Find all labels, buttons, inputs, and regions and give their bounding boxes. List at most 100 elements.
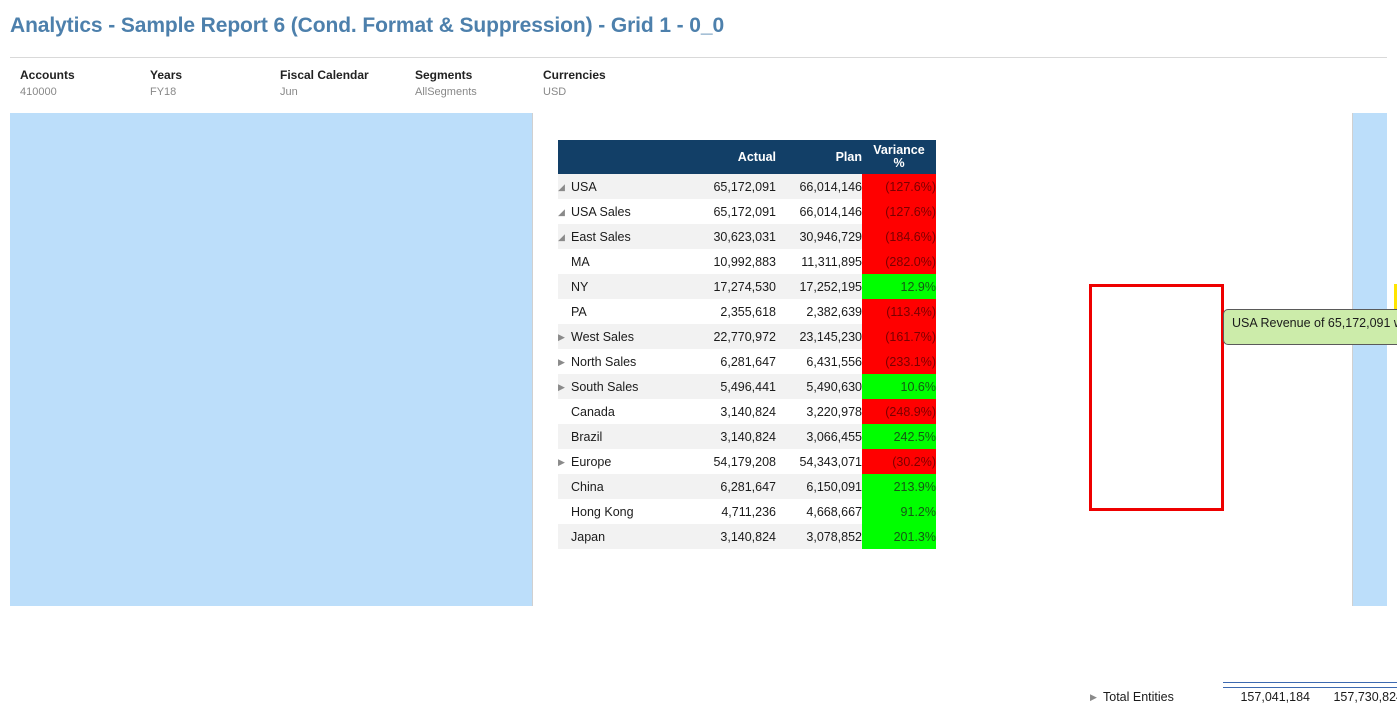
- chevron-right-icon[interactable]: ▶: [1090, 692, 1099, 703]
- cell-plan[interactable]: 66,014,146: [776, 199, 862, 224]
- pov-item-segments[interactable]: Segments AllSegments: [415, 68, 477, 98]
- grid-row[interactable]: MA 10,992,883 11,311,895 (282.0%): [558, 249, 936, 274]
- cell-variance[interactable]: (30.2%): [862, 449, 936, 474]
- cell-actual[interactable]: 17,274,530: [690, 274, 776, 299]
- pov-item-accounts[interactable]: Accounts 410000: [20, 68, 75, 98]
- cell-actual[interactable]: 22,770,972: [690, 324, 776, 349]
- cell-variance[interactable]: (282.0%): [862, 249, 936, 274]
- pov-item-years[interactable]: Years FY18: [150, 68, 182, 98]
- cell-variance[interactable]: (127.6%): [862, 174, 936, 199]
- cell-actual[interactable]: 5,496,441: [690, 374, 776, 399]
- cell-actual[interactable]: 54,179,208: [690, 449, 776, 474]
- cell-actual[interactable]: 65,172,091: [690, 174, 776, 199]
- grid-row[interactable]: NY 17,274,530 17,252,195 12.9%: [558, 274, 936, 299]
- cell-variance[interactable]: (161.7%): [862, 324, 936, 349]
- cell-variance[interactable]: 12.9%: [862, 274, 936, 299]
- row-label-cell[interactable]: ◢ USA: [558, 174, 690, 199]
- grid-row[interactable]: Canada 3,140,824 3,220,978 (248.9%): [558, 399, 936, 424]
- row-label-cell[interactable]: ◢ East Sales: [558, 224, 690, 249]
- grid-row[interactable]: ▶ West Sales 22,770,972 23,145,230 (161.7%): [558, 324, 936, 349]
- cell-plan[interactable]: 54,343,071: [776, 449, 862, 474]
- cell-variance[interactable]: 10.6%: [862, 374, 936, 399]
- row-label: Brazil: [571, 429, 603, 444]
- row-label-cell[interactable]: ▶ Europe: [558, 449, 690, 474]
- cell-plan[interactable]: 2,382,639: [776, 299, 862, 324]
- grid-row[interactable]: ▶ North Sales 6,281,647 6,431,556 (233.1%): [558, 349, 936, 374]
- row-label-cell[interactable]: ▶ West Sales: [558, 324, 690, 349]
- grid-row[interactable]: ◢ East Sales 30,623,031 30,946,729 (184.6%): [558, 224, 936, 249]
- column-header-variance[interactable]: Variance %: [862, 140, 936, 174]
- grid-row[interactable]: ▶ Europe 54,179,208 54,343,071 (30.2%): [558, 449, 936, 474]
- grid-row[interactable]: Brazil 3,140,824 3,066,455 242.5%: [558, 424, 936, 449]
- row-label-cell[interactable]: Hong Kong: [558, 499, 690, 524]
- row-label-cell[interactable]: MA: [558, 249, 690, 274]
- cell-plan[interactable]: 23,145,230: [776, 324, 862, 349]
- cell-actual[interactable]: 6,281,647: [690, 349, 776, 374]
- cell-variance[interactable]: (184.6%): [862, 224, 936, 249]
- pov-item-fiscal-calendar[interactable]: Fiscal Calendar Jun: [280, 68, 369, 98]
- cell-variance[interactable]: 91.2%: [862, 499, 936, 524]
- cell-plan[interactable]: 3,078,852: [776, 524, 862, 549]
- row-label-cell[interactable]: Japan: [558, 524, 690, 549]
- cell-plan[interactable]: 3,066,455: [776, 424, 862, 449]
- column-header-plan[interactable]: Plan: [776, 140, 862, 174]
- expanded-triangle-icon[interactable]: ◢: [558, 232, 567, 243]
- total-entities-row[interactable]: ▶ Total Entities 157,041,184 157,730,824 …: [1090, 690, 1397, 710]
- cell-variance[interactable]: 242.5%: [862, 424, 936, 449]
- row-label-cell[interactable]: NY: [558, 274, 690, 299]
- grid-row[interactable]: Hong Kong 4,711,236 4,668,667 91.2%: [558, 499, 936, 524]
- column-header-actual[interactable]: Actual: [690, 140, 776, 174]
- cell-variance[interactable]: (113.4%): [862, 299, 936, 324]
- total-entities-label-cell[interactable]: ▶ Total Entities: [1090, 690, 1174, 704]
- pov-member-value: Jun: [280, 86, 298, 98]
- cell-plan[interactable]: 3,220,978: [776, 399, 862, 424]
- cell-plan[interactable]: 6,150,091: [776, 474, 862, 499]
- cell-actual[interactable]: 3,140,824: [690, 424, 776, 449]
- chevron-right-icon[interactable]: ▶: [558, 332, 567, 343]
- cell-plan[interactable]: 6,431,556: [776, 349, 862, 374]
- cell-variance[interactable]: (127.6%): [862, 199, 936, 224]
- cell-variance[interactable]: (248.9%): [862, 399, 936, 424]
- grid-row[interactable]: ◢ USA 65,172,091 66,014,146 (127.6%): [558, 174, 936, 199]
- cell-actual[interactable]: 10,992,883: [690, 249, 776, 274]
- cell-plan[interactable]: 17,252,195: [776, 274, 862, 299]
- expanded-triangle-icon[interactable]: ◢: [558, 207, 567, 218]
- row-label-cell[interactable]: ◢ USA Sales: [558, 199, 690, 224]
- cell-plan[interactable]: 30,946,729: [776, 224, 862, 249]
- cell-variance[interactable]: 213.9%: [862, 474, 936, 499]
- cell-plan[interactable]: 11,311,895: [776, 249, 862, 274]
- pov-member-value: FY18: [150, 86, 177, 98]
- grid-row[interactable]: ◢ USA Sales 65,172,091 66,014,146 (127.6%): [558, 199, 936, 224]
- content-area: Actual Plan Variance % ◢ USA 65,172,091 66,…: [0, 106, 1397, 704]
- grid-row[interactable]: ▶ South Sales 5,496,441 5,490,630 10.6%: [558, 374, 936, 399]
- cell-plan[interactable]: 66,014,146: [776, 174, 862, 199]
- chevron-right-icon[interactable]: ▶: [558, 382, 567, 393]
- chevron-right-icon[interactable]: ▶: [558, 457, 567, 468]
- cell-actual[interactable]: 3,140,824: [690, 399, 776, 424]
- cell-actual[interactable]: 2,355,618: [690, 299, 776, 324]
- row-label-cell[interactable]: Canada: [558, 399, 690, 424]
- cell-plan[interactable]: 5,490,630: [776, 374, 862, 399]
- cell-actual[interactable]: 3,140,824: [690, 524, 776, 549]
- cell-actual[interactable]: 4,711,236: [690, 499, 776, 524]
- expanded-triangle-icon[interactable]: ◢: [558, 182, 567, 193]
- leaf-spacer-icon: [558, 407, 567, 417]
- grid-row[interactable]: China 6,281,647 6,150,091 213.9%: [558, 474, 936, 499]
- grid-row[interactable]: Japan 3,140,824 3,078,852 201.3%: [558, 524, 936, 549]
- row-label-cell[interactable]: ▶ South Sales: [558, 374, 690, 399]
- grid-body: ◢ USA 65,172,091 66,014,146 (127.6%) ◢ USA Sal…: [558, 174, 936, 549]
- cell-actual[interactable]: 65,172,091: [690, 199, 776, 224]
- row-label-cell[interactable]: ▶ North Sales: [558, 349, 690, 374]
- row-label-cell[interactable]: Brazil: [558, 424, 690, 449]
- cell-actual[interactable]: 30,623,031: [690, 224, 776, 249]
- cell-actual[interactable]: 6,281,647: [690, 474, 776, 499]
- row-label-cell[interactable]: China: [558, 474, 690, 499]
- cell-variance[interactable]: 201.3%: [862, 524, 936, 549]
- row-label-cell[interactable]: PA: [558, 299, 690, 324]
- cell-plan[interactable]: 4,668,667: [776, 499, 862, 524]
- pov-item-currencies[interactable]: Currencies USD: [543, 68, 606, 98]
- grid-row[interactable]: PA 2,355,618 2,382,639 (113.4%): [558, 299, 936, 324]
- cell-variance[interactable]: (233.1%): [862, 349, 936, 374]
- total-row-separator: [1223, 682, 1397, 688]
- chevron-right-icon[interactable]: ▶: [558, 357, 567, 368]
